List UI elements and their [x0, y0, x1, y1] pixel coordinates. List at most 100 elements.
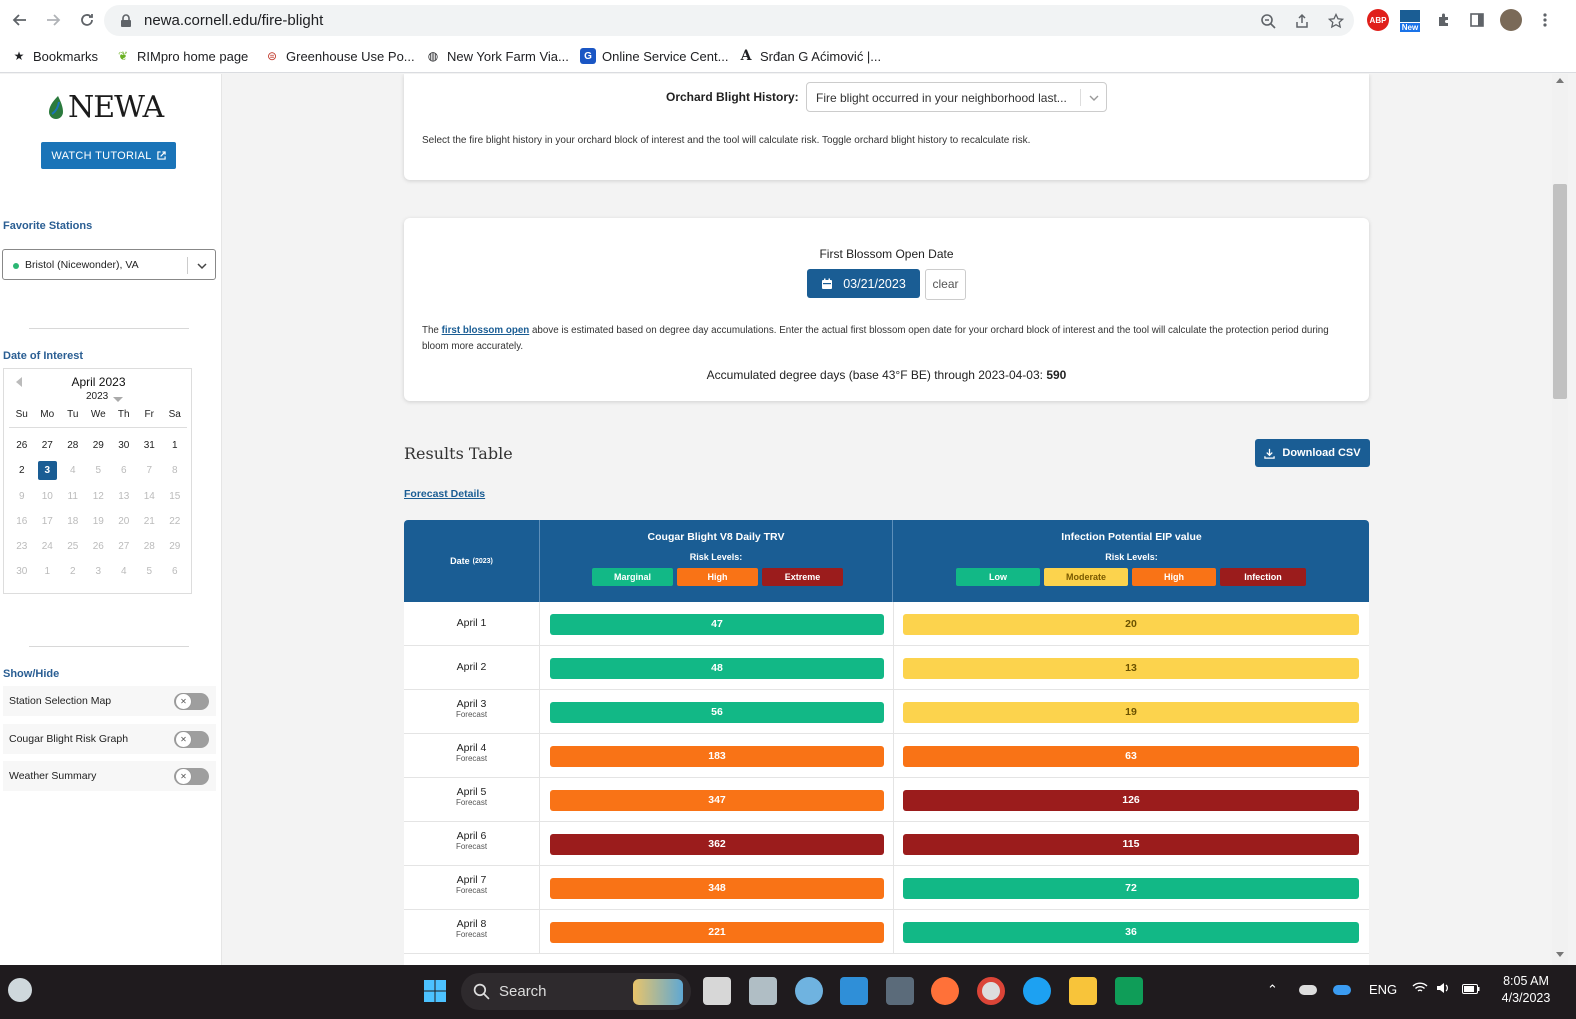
adblock-icon[interactable]: ABP: [1367, 9, 1389, 31]
menu-dots-icon[interactable]: [1534, 9, 1556, 31]
first-blossom-link[interactable]: first blossom open: [442, 325, 530, 336]
calendar-day[interactable]: 27: [35, 433, 61, 458]
table-row: April 4 Forecast 183 63: [404, 734, 1369, 778]
app-s-icon[interactable]: [1115, 977, 1143, 1005]
calendar-day: 15: [162, 484, 188, 509]
share-icon[interactable]: [1292, 11, 1312, 31]
calendar-day: 13: [111, 484, 137, 509]
calendar-day-number: 17: [41, 515, 53, 527]
calendar-day[interactable]: 26: [9, 433, 35, 458]
calendar-day[interactable]: 30: [111, 433, 137, 458]
edge-icon[interactable]: [1023, 977, 1051, 1005]
toggle-switch[interactable]: ✕: [174, 730, 209, 748]
file-explorer-icon[interactable]: [1069, 977, 1097, 1005]
paint-icon[interactable]: [795, 977, 823, 1005]
newa-logo[interactable]: NEWA: [46, 90, 164, 125]
address-bar[interactable]: newa.cornell.edu/fire-blight: [104, 5, 1354, 36]
date-column-header: Date (2023): [404, 520, 540, 602]
calendar-day[interactable]: 28: [60, 433, 86, 458]
divider: [9, 427, 187, 428]
toggle-label: Weather Summary: [9, 770, 97, 782]
calendar-year-select[interactable]: 2023: [86, 391, 108, 402]
toggle-switch[interactable]: ✕: [174, 693, 209, 710]
chevron-up-icon[interactable]: ⌃: [1267, 982, 1278, 998]
orchard-history-label: Orchard Blight History:: [666, 90, 799, 104]
calendar-day: 4: [60, 458, 86, 483]
table-row: April 5 Forecast 347 126: [404, 778, 1369, 822]
extensions-puzzle-icon[interactable]: [1433, 9, 1455, 31]
calendar-day: 11: [60, 484, 86, 509]
wifi-icon[interactable]: [1412, 982, 1428, 997]
calendar-day: 26: [86, 534, 112, 559]
chevron-down-icon[interactable]: [195, 259, 209, 273]
scroll-up-icon[interactable]: [1556, 78, 1564, 83]
table-row: April 1 47 20: [404, 602, 1369, 646]
clear-date-button[interactable]: clear: [925, 269, 966, 300]
taskbar-search[interactable]: Search: [461, 973, 691, 1010]
calendar-day[interactable]: 29: [86, 433, 112, 458]
bookmark-item[interactable]: A Srđan G Aćimović |...: [738, 46, 882, 66]
url-text[interactable]: newa.cornell.edu/fire-blight: [144, 12, 323, 29]
new-extension-icon[interactable]: New: [1399, 7, 1421, 35]
profile-avatar[interactable]: [1500, 9, 1522, 31]
bookmark-item[interactable]: ★ Bookmarks: [11, 46, 98, 66]
calendar-day[interactable]: 1: [162, 433, 188, 458]
windows-start-icon[interactable]: [421, 977, 449, 1005]
onedrive-icon[interactable]: [1333, 985, 1351, 995]
desktop-icon[interactable]: [840, 977, 868, 1005]
bookmark-item[interactable]: G Online Service Cent...: [580, 46, 728, 66]
calendar-day[interactable]: 2: [9, 458, 35, 483]
globe-icon: ◍: [427, 49, 439, 63]
toggle-switch[interactable]: ✕: [174, 768, 209, 785]
chrome-icon[interactable]: [977, 977, 1005, 1005]
station-select[interactable]: Bristol (Nicewonder), VA: [2, 249, 216, 280]
task-view-icon[interactable]: [703, 977, 731, 1005]
sidebar: NEWA WATCH TUTORIAL Favorite Stations Br…: [0, 74, 222, 965]
calendar-day[interactable]: 31: [137, 433, 163, 458]
calendar-day: 21: [137, 509, 163, 534]
chevron-down-icon[interactable]: [1087, 91, 1101, 105]
scroll-down-icon[interactable]: [1556, 952, 1564, 957]
orchard-history-select[interactable]: Fire blight occurred in your neighborhoo…: [806, 82, 1107, 112]
side-panel-icon[interactable]: [1466, 9, 1488, 31]
bookmark-item[interactable]: ❦ RIMpro home page: [115, 46, 248, 66]
calendar-day: 25: [60, 534, 86, 559]
lock-icon[interactable]: [116, 11, 136, 31]
forward-icon[interactable]: [41, 8, 65, 32]
calendar-day-number: 6: [171, 566, 178, 578]
app-icon[interactable]: [749, 977, 777, 1005]
calendar-day-number: 29: [169, 541, 181, 553]
first-blossom-card: First Blossom Open Date 03/21/2023 clear…: [404, 218, 1369, 401]
bookmark-item[interactable]: ◍ New York Farm Via...: [425, 46, 569, 66]
language-indicator[interactable]: ENG: [1369, 982, 1397, 997]
year-caret-icon[interactable]: [113, 397, 123, 402]
firefox-icon[interactable]: [931, 977, 959, 1005]
download-csv-button[interactable]: Download CSV: [1255, 439, 1370, 467]
calendar-day-number: 5: [146, 566, 153, 578]
onedrive-cloud-icon[interactable]: [1299, 985, 1317, 995]
volume-icon[interactable]: [1436, 982, 1450, 997]
calendar-day: 28: [137, 534, 163, 559]
zoom-icon[interactable]: [1258, 11, 1278, 31]
calendar-day: 4: [111, 559, 137, 584]
bookmark-item[interactable]: ⊜ Greenhouse Use Po...: [264, 46, 415, 66]
calendar-day: 19: [86, 509, 112, 534]
watch-tutorial-button[interactable]: WATCH TUTORIAL: [41, 142, 176, 169]
first-blossom-date-button[interactable]: 03/21/2023: [807, 269, 920, 298]
forecast-details-link[interactable]: Forecast Details: [404, 488, 485, 500]
reload-icon[interactable]: [75, 8, 99, 32]
calculator-icon[interactable]: [886, 977, 914, 1005]
back-icon[interactable]: [8, 8, 32, 32]
star-icon[interactable]: [1326, 11, 1346, 31]
cougar-trv-bar: 47: [550, 614, 884, 635]
calendar-day: 7: [137, 458, 163, 483]
scrollbar-thumb[interactable]: [1553, 184, 1567, 399]
calendar-day-selected[interactable]: 3: [35, 458, 61, 483]
external-link-icon: [156, 151, 166, 160]
date-cell: April 6 Forecast: [404, 822, 540, 866]
calendar-day: 14: [137, 484, 163, 509]
clock[interactable]: 8:05 AM 4/3/2023: [1496, 973, 1556, 1007]
weather-icon[interactable]: [8, 978, 32, 1002]
table-header: Date (2023) Cougar Blight V8 Daily TRV R…: [404, 520, 1369, 602]
battery-icon[interactable]: [1462, 982, 1480, 997]
